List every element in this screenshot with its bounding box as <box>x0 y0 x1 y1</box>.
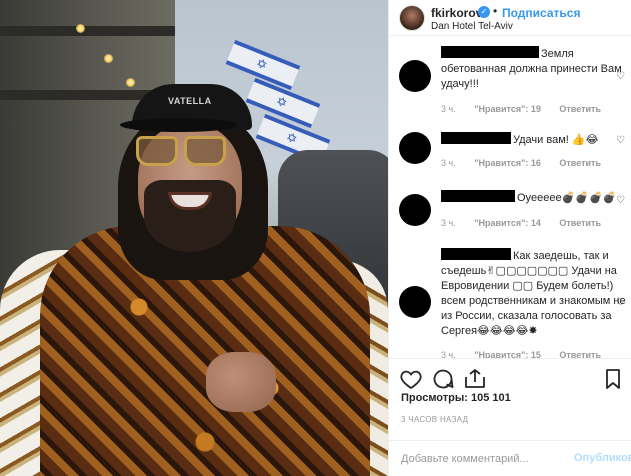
comment-time: 3 ч. <box>441 104 456 114</box>
commenter-avatar[interactable] <box>399 132 431 164</box>
commenter-avatar[interactable] <box>399 286 431 318</box>
heart-icon[interactable]: ♡ <box>616 136 626 146</box>
comment-text: Oyeeeee💣💣💣💣 <box>517 192 617 204</box>
post-time: 3 ЧАСОВ НАЗАД <box>401 415 469 424</box>
redacted-username <box>441 46 539 58</box>
follow-button[interactable]: Подписаться <box>502 6 580 20</box>
comment-time: 3 ч. <box>441 350 456 358</box>
comment-likes[interactable]: "Нравится": 15 <box>474 350 541 358</box>
heart-icon[interactable] <box>399 367 423 391</box>
separator: • <box>493 4 498 18</box>
redacted-username <box>441 132 511 144</box>
add-comment-bar: Опубликовать <box>389 440 631 476</box>
comments-list[interactable]: Земля обетованная должна принести Вам уд… <box>389 36 631 358</box>
post-sidebar: fkirkorov ✓ • Подписаться Dan Hotel Tel-… <box>388 0 631 476</box>
comment-likes[interactable]: "Нравится": 16 <box>474 158 541 168</box>
reply-button[interactable]: Ответить <box>559 350 601 358</box>
comment-likes[interactable]: "Нравится": 14 <box>474 218 541 228</box>
comment-time: 3 ч. <box>441 218 456 228</box>
post-photo[interactable]: VATELLA <box>0 0 388 476</box>
share-icon[interactable] <box>463 367 487 391</box>
comment-text: Удачи вам! 👍😂 <box>513 134 599 146</box>
comment-icon[interactable] <box>431 367 455 391</box>
comment-time: 3 ч. <box>441 158 456 168</box>
heart-icon[interactable]: ♡ <box>616 298 626 308</box>
cap-print: VATELLA <box>168 96 212 106</box>
reply-button[interactable]: Ответить <box>559 104 601 114</box>
bookmark-icon[interactable] <box>601 367 625 391</box>
redacted-username <box>441 190 515 202</box>
man-in-cap: VATELLA <box>0 0 388 476</box>
reply-button[interactable]: Ответить <box>559 158 601 168</box>
publish-button[interactable]: Опубликовать <box>574 452 631 464</box>
avatar[interactable] <box>399 5 425 31</box>
comment-text: Как заедешь, так и съедешь✌▢▢▢▢▢▢▢ Удачи… <box>441 250 626 337</box>
comment-likes[interactable]: "Нравится": 19 <box>474 104 541 114</box>
views-count[interactable]: Просмотры: 105 101 <box>401 392 511 404</box>
redacted-username <box>441 248 511 260</box>
username-link[interactable]: fkirkorov <box>431 6 482 20</box>
location-link[interactable]: Dan Hotel Tel-Aviv <box>431 21 513 32</box>
heart-icon[interactable]: ♡ <box>616 72 626 82</box>
heart-icon[interactable]: ♡ <box>616 196 626 206</box>
commenter-avatar[interactable] <box>399 60 431 92</box>
reply-button[interactable]: Ответить <box>559 218 601 228</box>
comment-input[interactable] <box>401 451 561 467</box>
commenter-avatar[interactable] <box>399 194 431 226</box>
post-header: fkirkorov ✓ • Подписаться Dan Hotel Tel-… <box>389 0 631 36</box>
verified-icon: ✓ <box>478 6 490 18</box>
